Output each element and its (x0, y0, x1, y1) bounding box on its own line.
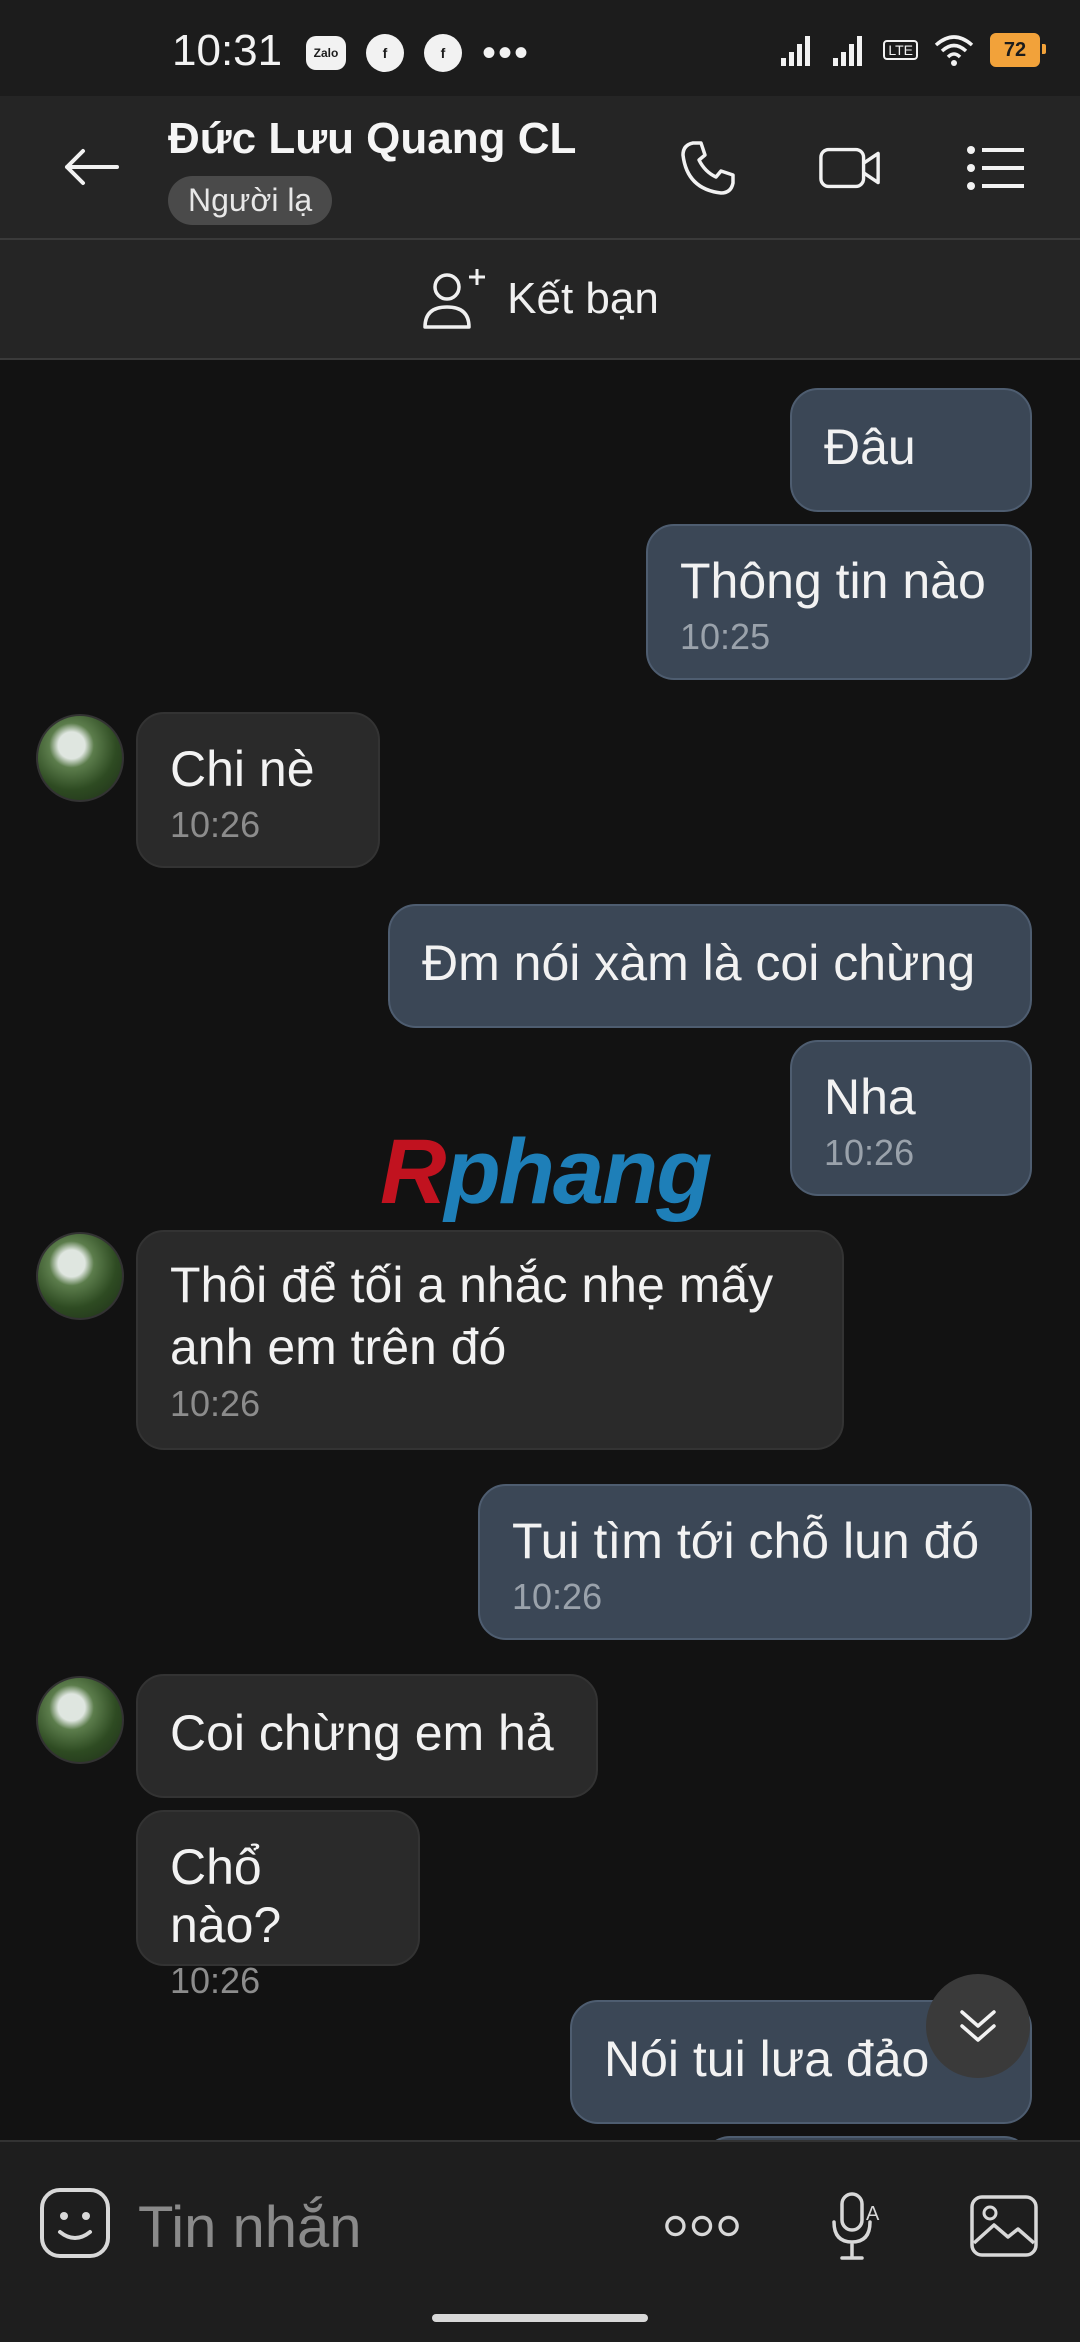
message-text: Đâu (824, 419, 916, 475)
status-bar: 10:31 Zalo f f ••• LTE 72 (0, 0, 1080, 96)
phone-icon (681, 141, 735, 195)
message-bubble[interactable]: Nha 10:26 (790, 1040, 1032, 1196)
message-text: Chổ nào? (170, 1839, 282, 1953)
emoji-icon (40, 2188, 110, 2258)
message-text: Nha (824, 1069, 916, 1125)
message-bubble[interactable]: Chi nè 10:26 (136, 712, 380, 868)
microphone-icon: A (832, 2192, 880, 2260)
message-text: Tui tìm tới chỗ lun đó (512, 1513, 980, 1569)
message-bubble[interactable]: Thôi để tối a nhắc nhẹ mấy anh em trên đ… (136, 1230, 844, 1450)
signal-icon (781, 36, 811, 66)
message-bubble[interactable]: Đâu (790, 388, 1032, 512)
message-input[interactable]: Tin nhắn (138, 2194, 362, 2261)
more-actions-button[interactable] (664, 2188, 740, 2264)
video-camera-icon (819, 147, 880, 189)
system-icons: LTE 72 (779, 32, 1046, 68)
watermark-logo: Rphang (380, 1121, 712, 1223)
contact-avatar[interactable] (36, 1232, 124, 1320)
message-time: 10:26 (512, 1576, 603, 1617)
notification-icons: Zalo f f ••• (306, 31, 531, 75)
sticker-button[interactable] (36, 2184, 116, 2264)
contact-avatar[interactable] (36, 714, 124, 802)
message-bubble[interactable]: Chổ nào? 10:26 (136, 1810, 420, 2001)
video-call-button[interactable] (818, 136, 882, 200)
contact-avatar[interactable] (36, 1676, 124, 1764)
back-button[interactable] (56, 132, 126, 202)
image-button[interactable] (966, 2188, 1042, 2264)
stranger-badge: Người lạ (168, 176, 333, 225)
chat-options-button[interactable] (964, 136, 1028, 200)
arrow-left-icon (65, 149, 119, 185)
message-bubble[interactable]: Đm nói xàm là coi chừng (388, 904, 1032, 1028)
signal-icon (833, 36, 863, 66)
message-time: 10:26 (170, 804, 261, 845)
battery-icon: 72 (990, 33, 1046, 67)
message-text: Chi nè (170, 741, 315, 797)
message-bubble[interactable]: Coi chừng em hả (136, 1674, 598, 1798)
voice-call-button[interactable] (676, 136, 740, 200)
message-time: 10:26 (170, 1960, 261, 2001)
message-text: Đm nói xàm là coi chừng (422, 935, 976, 991)
facebook-icon: f (366, 34, 404, 72)
message-bubble[interactable]: Tui tìm tới chỗ lun đó 10:26 (478, 1484, 1032, 1640)
message-text: Thông tin nào (680, 553, 986, 609)
wifi-icon (934, 35, 974, 66)
more-horizontal-icon (665, 2215, 739, 2237)
add-friend-label: Kết bạn (507, 274, 659, 323)
zalo-icon: Zalo (306, 36, 346, 70)
more-notifications-icon: ••• (482, 31, 531, 75)
lte-icon: LTE (883, 40, 918, 60)
scroll-to-bottom-button[interactable] (926, 1974, 1030, 2078)
message-time: 10:26 (170, 1383, 261, 1424)
message-list[interactable]: Đâu Thông tin nào 10:25 Chi nè 10:26 Đm … (0, 360, 1080, 2176)
message-text: Thôi để tối a nhắc nhẹ mấy anh em trên đ… (170, 1257, 774, 1375)
message-time: 10:25 (680, 616, 771, 657)
status-time: 10:31 (172, 26, 283, 75)
svg-text:A: A (866, 2203, 880, 2225)
home-indicator[interactable] (432, 2314, 648, 2322)
add-person-icon (423, 269, 486, 329)
add-friend-button[interactable]: Kết bạn (0, 240, 1080, 360)
voice-to-text-button[interactable]: A (818, 2188, 894, 2264)
message-text: Coi chừng em hả (170, 1705, 554, 1761)
image-gallery-icon (970, 2195, 1038, 2257)
list-menu-icon (967, 146, 1024, 190)
facebook-icon: f (424, 34, 462, 72)
double-chevron-down-icon (960, 2010, 996, 2042)
message-bubble[interactable]: Thông tin nào 10:25 (646, 524, 1032, 680)
message-input-bar: Tin nhắn A (0, 2140, 1080, 2342)
message-time: 10:26 (824, 1132, 915, 1173)
contact-name[interactable]: Đức Lưu Quang CL (168, 114, 576, 164)
chat-header: Đức Lưu Quang CL Người lạ (0, 96, 1080, 240)
